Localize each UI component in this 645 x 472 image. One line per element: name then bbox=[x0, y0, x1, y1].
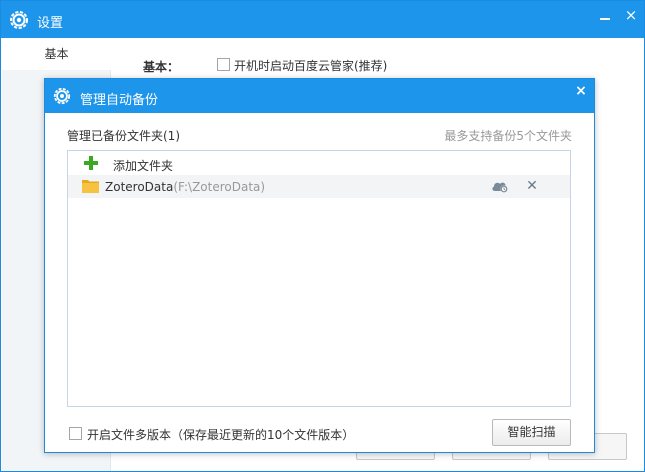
folder-icon bbox=[82, 179, 99, 193]
plus-icon[interactable] bbox=[84, 156, 98, 170]
folder-name: ZoteroData(F:\ZoteroData) bbox=[105, 180, 266, 194]
remove-icon[interactable]: ✕ bbox=[524, 178, 540, 194]
add-folder-button[interactable]: 添加文件夹 bbox=[68, 153, 570, 175]
settings-gear-icon bbox=[53, 87, 71, 105]
close-icon[interactable]: × bbox=[623, 7, 639, 23]
sidebar-item-basic[interactable]: 基本 bbox=[2, 38, 111, 70]
folder-path: (F:\ZoteroData) bbox=[173, 180, 266, 194]
backup-folder-list: 添加文件夹 ZoteroData(F:\ZoteroData) ✕ bbox=[67, 150, 571, 407]
close-icon[interactable]: × bbox=[572, 82, 590, 100]
backup-dialog: 管理自动备份 × 管理已备份文件夹(1) 最多支持备份5个文件夹 添加文件夹 Z… bbox=[44, 78, 595, 453]
file-versions-label[interactable]: 开启文件多版本（保存最近更新的10个文件版本） bbox=[87, 426, 354, 443]
minimize-icon[interactable] bbox=[597, 9, 613, 25]
backup-folders-heading: 管理已备份文件夹(1) bbox=[67, 129, 180, 143]
basic-section-label: 基本： bbox=[143, 60, 180, 74]
backup-dialog-title: 管理自动备份 bbox=[80, 93, 159, 108]
file-versions-checkbox[interactable] bbox=[69, 427, 82, 440]
list-item[interactable]: ZoteroData(F:\ZoteroData) ✕ bbox=[68, 175, 570, 198]
backup-dialog-titlebar: 管理自动备份 × bbox=[45, 79, 594, 113]
autostart-checkbox[interactable] bbox=[217, 58, 230, 71]
autostart-checkbox-label[interactable]: 开机时启动百度云管家(推荐) bbox=[234, 57, 387, 74]
settings-title: 设置 bbox=[37, 16, 64, 31]
cloud-sync-icon[interactable] bbox=[491, 179, 509, 193]
settings-titlebar: 设置 × bbox=[1, 1, 644, 38]
settings-gear-icon bbox=[9, 10, 29, 30]
add-folder-label[interactable]: 添加文件夹 bbox=[113, 157, 173, 174]
smart-scan-button[interactable]: 智能扫描 bbox=[492, 419, 571, 446]
backup-limit-note: 最多支持备份5个文件夹 bbox=[444, 129, 572, 143]
